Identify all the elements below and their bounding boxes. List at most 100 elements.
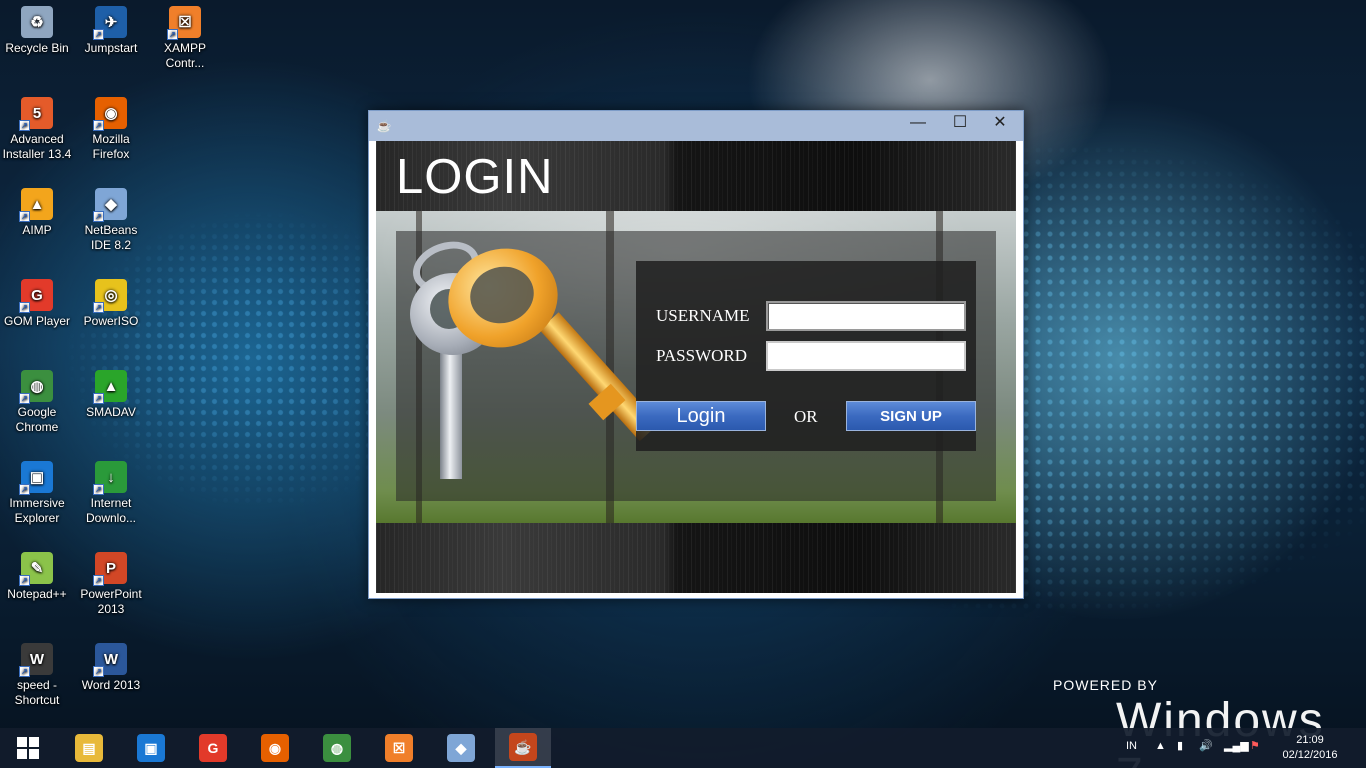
desktop-icon-label: Word 2013 xyxy=(81,678,141,692)
login-button[interactable]: Login xyxy=(636,401,766,431)
shortcut-arrow-icon: ↗ xyxy=(93,666,104,677)
silver-key-shaft xyxy=(440,349,462,479)
shortcut-arrow-icon: ↗ xyxy=(93,575,104,586)
netbeans-icon: ◆ xyxy=(447,734,475,762)
firefox-icon: ◉ xyxy=(261,734,289,762)
shortcut-arrow-icon: ↗ xyxy=(19,393,30,404)
internet-download-icon: ↓ ↗ xyxy=(93,461,127,495)
desktop-icon[interactable]: ◍ ↗ Google Chrome xyxy=(0,364,74,435)
taskbar-app[interactable]: ▤ xyxy=(61,728,117,768)
desktop-icon[interactable]: ▲ ↗ SMADAV xyxy=(74,364,148,420)
aimp-icon: ▲ ↗ xyxy=(19,188,53,222)
shortcut-arrow-icon: ↗ xyxy=(19,575,30,586)
footer-banner xyxy=(376,523,1016,593)
taskbar-app[interactable]: ☕ xyxy=(495,728,551,768)
taskbar-clock[interactable]: 21:09 02/12/2016 xyxy=(1278,733,1342,763)
smadav-icon: ▲ ↗ xyxy=(93,370,127,404)
xampp-icon: ☒ ↗ xyxy=(167,6,201,40)
login-window[interactable]: ☕ — ☐ ✕ LOGIN USERNAME PASSWORD Login OR… xyxy=(368,110,1024,599)
show-hidden-icons-icon[interactable]: ▲ xyxy=(1155,740,1166,752)
desktop-icon[interactable]: 5 ↗ Advanced Installer 13.4 xyxy=(0,91,74,162)
desktop-icon[interactable]: W ↗ Word 2013 xyxy=(74,637,148,693)
taskbar-app[interactable]: ◆ xyxy=(433,728,489,768)
taskbar-app[interactable]: ◍ xyxy=(309,728,365,768)
or-text: OR xyxy=(794,407,818,426)
close-button[interactable]: ✕ xyxy=(979,111,1021,137)
desktop-icon[interactable]: ◆ ↗ NetBeans IDE 8.2 xyxy=(74,182,148,253)
taskbar-app[interactable]: ▣ xyxy=(123,728,179,768)
shortcut-arrow-icon: ↗ xyxy=(93,211,104,222)
shortcut-arrow-icon: ↗ xyxy=(19,211,30,222)
minimize-button[interactable]: — xyxy=(897,111,939,137)
powerpoint-icon: P ↗ xyxy=(93,552,127,586)
clock-time: 21:09 xyxy=(1296,734,1324,746)
signup-button[interactable]: SIGN UP xyxy=(846,401,976,431)
netbeans-icon: ◆ ↗ xyxy=(93,188,127,222)
battery-icon[interactable]: ▮ xyxy=(1177,739,1183,752)
volume-icon[interactable]: 🔊 xyxy=(1199,739,1213,752)
language-indicator[interactable]: IN xyxy=(1126,740,1137,752)
username-label: USERNAME xyxy=(656,306,750,325)
desktop-icon[interactable]: ✈ ↗ Jumpstart xyxy=(74,0,148,56)
firefox-icon: ◉ ↗ xyxy=(93,97,127,131)
shortcut-arrow-icon: ↗ xyxy=(19,484,30,495)
desktop-icon[interactable]: ♻ Recycle Bin xyxy=(0,0,74,56)
java-icon: ☕ xyxy=(376,119,392,133)
chrome-icon: ◍ xyxy=(323,734,351,762)
start-button[interactable] xyxy=(0,728,56,768)
desktop-icon-label: XAMPP Contr... xyxy=(163,41,206,70)
desktop-icon-label: Immersive Explorer xyxy=(9,496,65,525)
java-icon: ☕ xyxy=(509,733,537,761)
login-form: USERNAME PASSWORD Login OR SIGN UP xyxy=(636,261,976,451)
shortcut-arrow-icon: ↗ xyxy=(167,29,178,40)
password-input[interactable] xyxy=(766,341,966,371)
shortcut-arrow-icon: ↗ xyxy=(19,120,30,131)
powered-by-text: POWERED BY xyxy=(1053,677,1158,693)
desktop-icon-label: Recycle Bin xyxy=(5,41,69,55)
taskbar-app[interactable]: ◉ xyxy=(247,728,303,768)
window-titlebar[interactable]: ☕ — ☐ ✕ xyxy=(369,111,1023,141)
desktop-icon-label: SMADAV xyxy=(86,405,136,419)
shortcut-arrow-icon: ↗ xyxy=(93,29,104,40)
file-explorer-icon: ▤ xyxy=(75,734,103,762)
desktop-icon-label: Google Chrome xyxy=(15,405,59,434)
taskbar-app[interactable]: G xyxy=(185,728,241,768)
desktop-icon[interactable]: ▣ ↗ Immersive Explorer xyxy=(0,455,74,526)
speed-shortcut-icon: W ↗ xyxy=(19,643,53,677)
desktop-icon-label: speed - Shortcut xyxy=(14,678,60,707)
notepadpp-icon: ✎ ↗ xyxy=(19,552,53,586)
desktop-icon-label: PowerISO xyxy=(83,314,139,328)
taskbar: ▤ ▣ G ◉ ◍ ☒ ◆ ☕ IN ▲ ▮ 🔊 ▂▄▆ ⚑ xyxy=(0,728,1366,768)
desktop-icon[interactable]: ◎ ↗ PowerISO xyxy=(74,273,148,329)
desktop-icon[interactable]: W ↗ speed - Shortcut xyxy=(0,637,74,708)
immersive-explorer-icon: ▣ xyxy=(137,734,165,762)
desktop-icon[interactable]: G ↗ GOM Player xyxy=(0,273,74,329)
desktop-icon[interactable]: ✎ ↗ Notepad++ xyxy=(0,546,74,602)
immersive-explorer-icon: ▣ ↗ xyxy=(19,461,53,495)
shortcut-arrow-icon: ↗ xyxy=(93,393,104,404)
network-icon[interactable]: ▂▄▆ xyxy=(1224,739,1249,752)
desktop-icon-label: Jumpstart xyxy=(84,41,138,55)
taskbar-app[interactable]: ☒ xyxy=(371,728,427,768)
clock-date: 02/12/2016 xyxy=(1282,749,1338,761)
desktop-icon[interactable]: ▲ ↗ AIMP xyxy=(0,182,74,238)
shortcut-arrow-icon: ↗ xyxy=(19,302,30,313)
advanced-installer-icon: 5 ↗ xyxy=(19,97,53,131)
desktop-icon[interactable]: P ↗ PowerPoint 2013 xyxy=(74,546,148,617)
desktop-icon-label: PowerPoint 2013 xyxy=(80,587,142,616)
desktop-icon-label: AIMP xyxy=(22,223,52,237)
windows-logo-icon xyxy=(17,737,39,759)
desktop-icon-label: Internet Downlo... xyxy=(85,496,137,525)
chrome-icon: ◍ ↗ xyxy=(19,370,53,404)
desktop-icon[interactable]: ◉ ↗ Mozilla Firefox xyxy=(74,91,148,162)
password-label: PASSWORD xyxy=(656,346,748,365)
maximize-button[interactable]: ☐ xyxy=(939,111,981,137)
gom-player-icon: G ↗ xyxy=(19,279,53,313)
login-panel: USERNAME PASSWORD Login OR SIGN UP xyxy=(396,231,996,501)
desktop-icon[interactable]: ☒ ↗ XAMPP Contr... xyxy=(148,0,222,71)
action-center-icon[interactable]: ⚑ xyxy=(1250,739,1260,752)
desktop-icon[interactable]: ↓ ↗ Internet Downlo... xyxy=(74,455,148,526)
login-heading: LOGIN xyxy=(396,150,554,204)
shortcut-arrow-icon: ↗ xyxy=(93,302,104,313)
username-input[interactable] xyxy=(766,301,966,331)
